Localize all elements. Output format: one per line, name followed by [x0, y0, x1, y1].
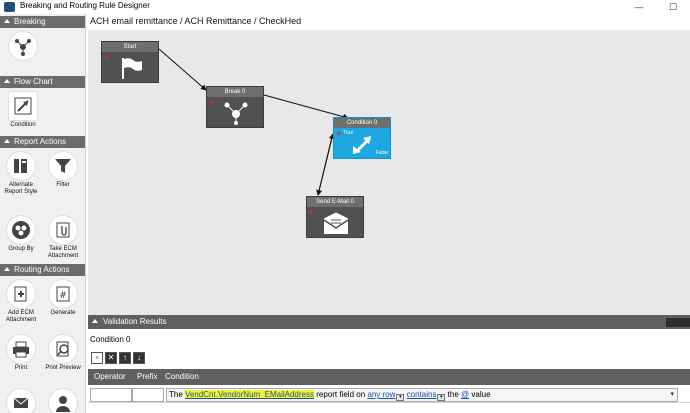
tool-alternate-report-style[interactable]: Alternate Report Style: [2, 151, 40, 196]
add-icon[interactable]: +: [336, 129, 341, 138]
add-icon[interactable]: +: [209, 98, 214, 107]
chevron-down-icon[interactable]: ▾: [396, 394, 405, 401]
window-title: Breaking and Routing Rule Designer: [20, 1, 150, 10]
user-icon: [48, 388, 78, 413]
app-icon: [4, 2, 15, 12]
group-by-icon: [6, 215, 36, 245]
tool-print[interactable]: Print: [2, 334, 40, 372]
node-break[interactable]: Break 0 +: [206, 86, 264, 128]
text-the: The: [169, 390, 183, 399]
tool-label: Group By: [8, 246, 34, 252]
section-breaking[interactable]: Breaking: [0, 16, 85, 28]
tool-label: Generate: [50, 310, 76, 316]
section-label: Routing Actions: [14, 265, 70, 274]
node-title: Send E-Mail 0: [307, 197, 363, 207]
tool-label: Alternate Report Style: [4, 182, 38, 195]
tool-group-by[interactable]: Group By: [2, 215, 40, 253]
text-value: value: [471, 390, 491, 399]
delete-row-button[interactable]: ✕: [105, 352, 117, 364]
node-title: Break 0: [207, 87, 263, 97]
validation-panel: Validation Results Condition 0 ▫ ✕ ↑ ↓ O…: [88, 315, 690, 413]
node-title: Condition 0: [334, 118, 390, 128]
prefix-cell[interactable]: [132, 388, 164, 402]
validation-title: Validation Results: [103, 317, 167, 326]
validation-header[interactable]: Validation Results: [88, 315, 690, 329]
operator-cell[interactable]: [90, 388, 132, 402]
false-label: False: [375, 150, 388, 156]
design-canvas[interactable]: Start + Break 0 + Condition 0 + True Fal…: [88, 30, 690, 315]
col-condition[interactable]: Condition: [165, 369, 199, 385]
tool-email[interactable]: [2, 388, 40, 413]
email-icon: [6, 388, 36, 413]
tool-label: Print Preview: [45, 365, 81, 371]
tool-label: Break: [15, 62, 31, 68]
tool-take-ecm-attachment[interactable]: Take ECM Attachment: [44, 215, 82, 260]
break-icon: [224, 102, 248, 125]
tool-add-ecm-attachment[interactable]: Add ECM Attachment: [2, 279, 40, 324]
contains-link[interactable]: contains: [407, 390, 437, 399]
breadcrumb: ACH email remittance / ACH Remittance / …: [90, 16, 302, 26]
condition-editor[interactable]: The VendCnt.VendorNum_EMailAddress repor…: [166, 388, 678, 402]
section-routing-actions[interactable]: Routing Actions: [0, 264, 85, 276]
node-start[interactable]: Start +: [101, 41, 159, 83]
section-report-actions[interactable]: Report Actions: [0, 136, 85, 148]
node-send-email[interactable]: Send E-Mail 0 +: [306, 196, 364, 238]
condition-icon: [8, 91, 38, 121]
generate-icon: #: [48, 279, 78, 309]
section-flow-chart[interactable]: Flow Chart: [0, 76, 85, 88]
tool-filter[interactable]: Filter: [44, 151, 82, 189]
filter-icon: [48, 151, 78, 181]
toolbox-sidebar: Breaking Break Flow Chart Condition Repo…: [0, 14, 86, 413]
alternate-style-icon: [6, 151, 36, 181]
panel-tab[interactable]: [666, 318, 690, 327]
grid-header: Operator Prefix Condition: [88, 369, 690, 385]
col-operator[interactable]: Operator: [94, 369, 126, 385]
tool-condition[interactable]: Condition: [4, 91, 42, 129]
tool-user[interactable]: [44, 388, 82, 413]
move-down-button[interactable]: ↓: [133, 352, 145, 364]
node-title: Start: [102, 42, 158, 52]
dropdown-icon[interactable]: ▾: [670, 389, 674, 401]
chevron-down-icon[interactable]: ▾: [437, 394, 446, 401]
tool-label: Take ECM Attachment: [47, 246, 79, 259]
tool-label: Add ECM Attachment: [5, 310, 37, 323]
text-report-field: report field on: [316, 390, 366, 399]
add-icon[interactable]: +: [104, 53, 109, 62]
any-row-link[interactable]: any row: [367, 390, 395, 399]
condition-icon: [353, 136, 372, 154]
text-the-value: the: [447, 390, 459, 399]
tool-label: Condition: [10, 122, 36, 128]
tool-print-preview[interactable]: Print Preview: [44, 334, 82, 372]
svg-text:#: #: [59, 291, 67, 301]
add-icon[interactable]: +: [309, 208, 314, 217]
printer-icon: [6, 334, 36, 364]
move-up-button[interactable]: ↑: [119, 352, 131, 364]
value-link[interactable]: @: [461, 390, 469, 399]
minimize-button[interactable]: —: [624, 0, 654, 14]
tool-label: Print: [14, 365, 28, 371]
section-label: Report Actions: [14, 137, 67, 146]
email-icon: [323, 212, 349, 234]
maximize-button[interactable]: ☐: [658, 0, 688, 14]
tool-break[interactable]: Break: [4, 31, 42, 69]
add-document-icon: [6, 279, 36, 309]
attachment-icon: [48, 215, 78, 245]
report-field-link[interactable]: VendCnt.VendorNum_EMailAddress: [185, 390, 314, 399]
tab-condition-0[interactable]: Condition 0: [90, 335, 130, 344]
title-bar: Breaking and Routing Rule Designer — ☐: [0, 0, 690, 14]
section-label: Flow Chart: [14, 77, 53, 86]
section-label: Breaking: [14, 17, 46, 26]
break-icon: [8, 31, 38, 61]
connector-lines: [158, 48, 349, 196]
flag-icon: [122, 58, 142, 79]
col-prefix[interactable]: Prefix: [137, 369, 157, 385]
node-condition[interactable]: Condition 0 + True False: [333, 117, 391, 159]
tool-label: Filter: [56, 182, 70, 188]
table-row[interactable]: The VendCnt.VendorNum_EMailAddress repor…: [88, 387, 690, 403]
new-row-button[interactable]: ▫: [91, 352, 103, 364]
tool-generate[interactable]: # Generate: [44, 279, 82, 317]
print-preview-icon: [48, 334, 78, 364]
